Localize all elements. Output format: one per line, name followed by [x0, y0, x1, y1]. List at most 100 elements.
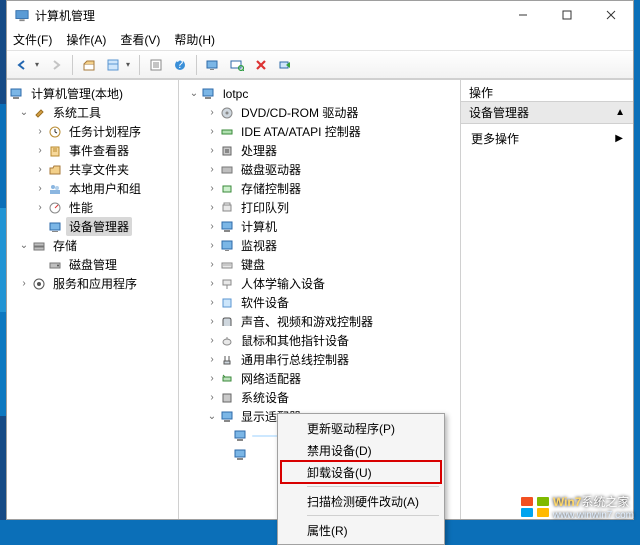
device-category[interactable]: 计算机 — [238, 217, 280, 236]
toolbar: ? — [7, 51, 633, 79]
collapse-icon: ▲ — [615, 107, 625, 118]
properties-button[interactable] — [145, 54, 167, 76]
device-category-icon — [219, 410, 235, 424]
watermark-suffix: 系统之家 — [581, 495, 629, 509]
close-button[interactable] — [589, 1, 633, 29]
expander-icon[interactable]: › — [205, 183, 219, 194]
device-category[interactable]: 打印队列 — [238, 198, 292, 217]
expander-icon[interactable]: › — [33, 202, 47, 213]
device-category[interactable]: 监视器 — [238, 236, 280, 255]
expander-icon[interactable]: ⌄ — [17, 107, 31, 118]
expander-icon[interactable]: › — [205, 297, 219, 308]
device-category[interactable]: 网络适配器 — [238, 369, 304, 388]
device-category-icon — [219, 277, 235, 291]
device-category-icon — [219, 372, 235, 386]
device-category[interactable]: 鼠标和其他指针设备 — [238, 331, 352, 350]
device-category[interactable]: 声音、视频和游戏控制器 — [238, 312, 376, 331]
services-icon — [31, 277, 47, 291]
windows-logo-icon — [521, 497, 549, 517]
forward-button[interactable] — [45, 54, 67, 76]
show-hidden-button[interactable] — [202, 54, 224, 76]
scope-root[interactable]: 计算机管理(本地) — [28, 84, 126, 103]
uninstall-button[interactable] — [250, 54, 272, 76]
device-category-icon — [219, 315, 235, 329]
expander-icon[interactable]: › — [205, 316, 219, 327]
scope-storage[interactable]: 存储 — [50, 236, 80, 255]
expander-icon[interactable]: › — [33, 164, 47, 175]
device-category-icon — [219, 353, 235, 367]
expander-icon[interactable]: › — [205, 278, 219, 289]
device-item[interactable] — [252, 454, 258, 456]
disk-icon — [47, 258, 63, 272]
expander-icon[interactable]: › — [205, 240, 219, 251]
device-category[interactable]: 处理器 — [238, 141, 280, 160]
maximize-button[interactable] — [545, 1, 589, 29]
scope-item[interactable]: 设备管理器 — [66, 217, 132, 236]
device-category-icon — [219, 334, 235, 348]
enable-button[interactable] — [274, 54, 296, 76]
device-category[interactable]: 软件设备 — [238, 293, 292, 312]
computer-icon — [9, 87, 25, 101]
menu-action[interactable]: 操作(A) — [66, 31, 106, 48]
device-root[interactable]: lotpc — [220, 86, 251, 102]
scope-item[interactable]: 磁盘管理 — [66, 255, 120, 274]
tree-icon — [47, 125, 63, 139]
expander-icon[interactable]: › — [205, 392, 219, 403]
scope-services[interactable]: 服务和应用程序 — [50, 274, 140, 293]
expander-icon[interactable]: › — [205, 145, 219, 156]
ctx-scan-hardware[interactable]: 扫描检测硬件改动(A) — [281, 490, 441, 512]
expander-icon[interactable]: › — [205, 126, 219, 137]
scope-item[interactable]: 共享文件夹 — [66, 160, 132, 179]
expander-icon[interactable]: › — [205, 107, 219, 118]
storage-icon — [31, 239, 47, 253]
expander-icon[interactable]: › — [33, 145, 47, 156]
expander-icon[interactable]: ⌄ — [17, 240, 31, 251]
device-category[interactable]: IDE ATA/ATAPI 控制器 — [238, 122, 364, 141]
ctx-disable-device[interactable]: 禁用设备(D) — [281, 439, 441, 461]
menu-help[interactable]: 帮助(H) — [174, 31, 215, 48]
expander-icon[interactable]: › — [205, 164, 219, 175]
scope-item[interactable]: 任务计划程序 — [66, 122, 144, 141]
expander-icon[interactable]: › — [205, 373, 219, 384]
device-category[interactable]: 系统设备 — [238, 388, 292, 407]
help-button[interactable]: ? — [169, 54, 191, 76]
expander-icon[interactable]: › — [205, 202, 219, 213]
expander-icon[interactable]: ⌄ — [205, 411, 219, 422]
minimize-button[interactable] — [501, 1, 545, 29]
scan-button[interactable] — [226, 54, 248, 76]
expander-icon[interactable] — [33, 221, 47, 232]
scope-item[interactable]: 性能 — [66, 198, 96, 217]
expander-icon[interactable]: › — [17, 278, 31, 289]
menu-view[interactable]: 查看(V) — [120, 31, 160, 48]
up-button[interactable] — [78, 54, 100, 76]
scope-item[interactable]: 本地用户和组 — [66, 179, 144, 198]
device-category[interactable]: 键盘 — [238, 255, 268, 274]
device-category[interactable]: 通用串行总线控制器 — [238, 350, 352, 369]
expander-icon[interactable]: › — [205, 259, 219, 270]
tree-icon — [47, 163, 63, 177]
device-category-icon — [219, 144, 235, 158]
menubar: 文件(F) 操作(A) 查看(V) 帮助(H) — [7, 29, 633, 51]
ctx-update-driver[interactable]: 更新驱动程序(P) — [281, 417, 441, 439]
device-category[interactable]: 存储控制器 — [238, 179, 304, 198]
device-category[interactable]: DVD/CD-ROM 驱动器 — [238, 103, 361, 122]
ctx-properties[interactable]: 属性(R) — [281, 519, 441, 541]
expander-icon[interactable]: › — [33, 183, 47, 194]
device-category[interactable]: 磁盘驱动器 — [238, 160, 304, 179]
scope-systools[interactable]: 系统工具 — [50, 103, 104, 122]
back-button[interactable] — [11, 54, 43, 76]
scope-item[interactable]: 事件查看器 — [66, 141, 132, 160]
actions-more[interactable]: 更多操作 ▶ — [461, 124, 633, 153]
actions-selected[interactable]: 设备管理器 ▲ — [461, 102, 633, 124]
expander-icon[interactable]: ⌄ — [187, 88, 201, 99]
ctx-uninstall-device[interactable]: 卸载设备(U) — [281, 461, 441, 483]
device-category[interactable]: 人体学输入设备 — [238, 274, 328, 293]
expander-icon[interactable]: › — [205, 354, 219, 365]
expander-icon[interactable]: › — [205, 335, 219, 346]
scope-pane[interactable]: 计算机管理(本地) ⌄ 系统工具 › 任务计划程序 › 事件查看器 › 共享文件夹 › 本地用… — [7, 80, 179, 519]
view-button[interactable] — [102, 54, 134, 76]
computer-icon — [201, 87, 217, 101]
expander-icon[interactable]: › — [205, 221, 219, 232]
expander-icon[interactable]: › — [33, 126, 47, 137]
menu-file[interactable]: 文件(F) — [13, 31, 52, 48]
